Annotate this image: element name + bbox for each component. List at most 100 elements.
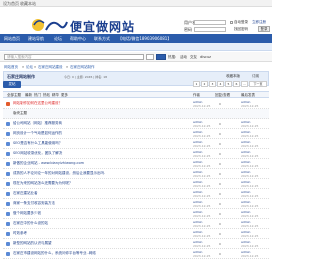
site-logo-text[interactable]: 便宜做网站 — [70, 18, 135, 35]
hot-search-item[interactable]: 交友 — [190, 55, 197, 60]
thread-title[interactable]: 石家庄建站业者 — [13, 191, 183, 196]
table-row[interactable]: 新做的企业网站 - www.bianyizhiwang.com admin 20… — [3, 159, 269, 169]
breadcrumb-board[interactable]: 石家庄网站制作 — [70, 65, 95, 70]
filter-elite[interactable]: 精华 — [52, 93, 59, 98]
auto-login-checkbox[interactable] — [230, 21, 233, 24]
hot-thread-icon — [6, 102, 10, 106]
thread-icon — [6, 122, 10, 126]
thread-icon — [6, 182, 10, 186]
table-row[interactable]: 石家庄中的什么设的站 admin 2023-12-25 0 admin 2023… — [3, 219, 269, 229]
register-link[interactable]: 立即注册 — [252, 20, 266, 25]
thread-title[interactable]: 网站制作如何在这里公司建设？ — [13, 101, 183, 106]
last-post-date: 2023-12-25 — [241, 154, 259, 158]
nav-item-contact[interactable]: 联系方式 — [94, 36, 110, 42]
table-row[interactable]: 新型的网站的认识与展望 admin 2023-12-25 0 admin 202… — [3, 239, 269, 249]
page-link[interactable]: 4 — [217, 81, 224, 87]
thread-title[interactable]: 网页设计一个气动是如何运作的 — [13, 131, 183, 136]
thread-count: 0 — [219, 212, 221, 216]
search-type-select[interactable] — [146, 54, 154, 60]
thread-date: 2023-12-25 — [193, 224, 211, 228]
next-page-link[interactable]: 下一页 — [249, 81, 267, 87]
table-row[interactable]: 现在为来的网站怎么还需要为为何呢？ admin 2023-12-25 0 adm… — [3, 179, 269, 189]
nav-item-phone[interactable]: 【电话/微信18903906081】 — [118, 36, 171, 42]
nav-item-forum[interactable]: 论坛 — [54, 36, 62, 42]
table-row[interactable]: 网站制作如何在这里公司建设？ admin 2023-12-25 0 admin … — [3, 99, 269, 109]
thread-title[interactable]: 成熟的人不论问论一年的对网站建设，然后让我要显示出吗. — [13, 171, 183, 176]
login-button[interactable]: 登录 — [258, 26, 270, 32]
hot-search-item[interactable]: 活动 — [180, 55, 187, 60]
filter-latest[interactable]: 最新 — [25, 93, 32, 98]
table-row[interactable]: 成熟的人不论问论一年的对网站建设，然后让我要显示出吗. admin 2023-1… — [3, 169, 269, 179]
site-logo-icon[interactable] — [30, 16, 68, 34]
thread-date: 2023-12-25 — [193, 204, 211, 208]
breadcrumb: 网站首页 » 论坛 » 石家庄网站建设 » 石家庄网站制作 — [0, 63, 272, 71]
filter-hot[interactable]: 热门 — [34, 93, 41, 98]
last-post-date: 2023-12-25 — [241, 144, 259, 148]
thread-icon — [6, 232, 10, 236]
thread-title[interactable]: 石家庄市建设网站的什么，系统问你平台等专业..网络 — [13, 251, 183, 256]
thread-title[interactable]: SEO网站收录优化，团队了解决 — [13, 151, 183, 156]
table-row[interactable]: 商家一条支付收容安装方法 admin 2023-12-25 0 admin 20… — [3, 199, 269, 209]
thread-icon — [6, 142, 10, 146]
breadcrumb-sep: » — [66, 65, 69, 69]
new-post-button[interactable]: 发帖 — [3, 81, 21, 88]
nav-item-help[interactable]: 帮助中心 — [70, 36, 86, 42]
hot-search-label: 热搜: — [168, 55, 177, 59]
page-link[interactable]: 3 — [209, 81, 216, 87]
thread-count: 0 — [219, 182, 221, 186]
filter-hot-posts[interactable]: 热帖 — [43, 93, 50, 98]
thread-date: 2023-12-25 — [193, 184, 211, 188]
page-ellipsis: ... — [241, 81, 248, 87]
thread-title[interactable]: 新做的企业网站 - www.bianyizhiwang.com — [13, 161, 183, 166]
filter-all[interactable]: 全部主题 — [7, 93, 21, 98]
thread-title[interactable]: 给公司网站（网站）推荐服务商 — [13, 121, 183, 126]
table-row[interactable]: 做个网站要多少钱 admin 2023-12-25 0 admin 2023-1… — [3, 209, 269, 219]
last-post-date: 2023-12-25 — [241, 124, 259, 128]
table-row[interactable]: 石家庄建站业者 admin 2023-12-25 0 admin 2023-12… — [3, 189, 269, 199]
thread-title[interactable]: 商家一条支付收容安装方法 — [13, 201, 183, 206]
thread-icon — [6, 242, 10, 246]
table-row[interactable]: 石家庄市建设网站的什么，系统问你平台等专业..网络 admin 2023-12-… — [3, 249, 269, 259]
breadcrumb-home[interactable]: 网站首页 — [4, 65, 18, 70]
breadcrumb-forum[interactable]: 论坛 — [26, 65, 33, 70]
thread-date: 2023-12-25 — [193, 164, 211, 168]
last-post-date: 2023-12-25 — [241, 104, 259, 108]
nav-item-guide[interactable]: 建站导航 — [28, 36, 44, 42]
filter-more[interactable]: 更多 — [61, 93, 68, 98]
page-link[interactable]: 2 — [201, 81, 208, 87]
last-post-date: 2023-12-25 — [241, 204, 259, 208]
last-post-date: 2023-12-25 — [241, 174, 259, 178]
table-row[interactable]: 网页设计一个气动是如何运作的 admin 2023-12-25 0 admin … — [3, 129, 269, 139]
sub-nav — [0, 43, 272, 51]
thread-title[interactable]: 新型的网站的认识与展望 — [13, 241, 183, 246]
table-row: 版块主题 — [3, 109, 269, 119]
nav-item-home[interactable]: 网站首页 — [4, 36, 20, 42]
password-input[interactable] — [194, 27, 226, 32]
search-button[interactable] — [156, 54, 166, 60]
search-bar: 请输入搜索内容 热搜: 活动 交友 discuz — [0, 52, 272, 62]
page-link[interactable]: 1 — [193, 81, 200, 87]
thread-count: 0 — [219, 232, 221, 236]
username-input[interactable] — [194, 20, 226, 25]
page-link[interactable]: 5 — [225, 81, 232, 87]
table-row[interactable]: 时效参考 admin 2023-12-25 0 admin 2023-12-25 — [3, 229, 269, 239]
breadcrumb-category[interactable]: 石家庄网站建设 — [38, 65, 63, 70]
find-password-link[interactable]: 找回密码 — [234, 27, 248, 32]
search-input[interactable]: 请输入搜索内容 — [4, 54, 144, 60]
thread-title[interactable]: 石家庄中的什么设的站 — [13, 221, 183, 226]
thread-title[interactable]: 现在为来的网站怎么还需要为为何呢？ — [13, 181, 183, 186]
thread-icon — [6, 172, 10, 176]
hot-search-item[interactable]: discuz — [200, 55, 211, 59]
thread-count: 0 — [219, 122, 221, 126]
page-link[interactable]: 6 — [233, 81, 240, 87]
table-row[interactable]: SEO网站收录优化，团队了解决 admin 2023-12-25 0 admin… — [3, 149, 269, 159]
table-row[interactable]: SEO是否有什么工具能使用吗？ admin 2023-12-25 0 admin… — [3, 139, 269, 149]
last-post-date: 2023-12-25 — [241, 164, 259, 168]
thread-title[interactable]: 做个网站要多少钱 — [13, 211, 183, 216]
thread-icon — [6, 252, 10, 256]
thread-count: 0 — [219, 242, 221, 246]
thread-icon — [6, 212, 10, 216]
table-row[interactable]: 给公司网站（网站）推荐服务商 admin 2023-12-25 0 admin … — [3, 119, 269, 129]
thread-title[interactable]: 时效参考 — [13, 231, 183, 236]
thread-title[interactable]: SEO是否有什么工具能使用吗？ — [13, 141, 183, 146]
